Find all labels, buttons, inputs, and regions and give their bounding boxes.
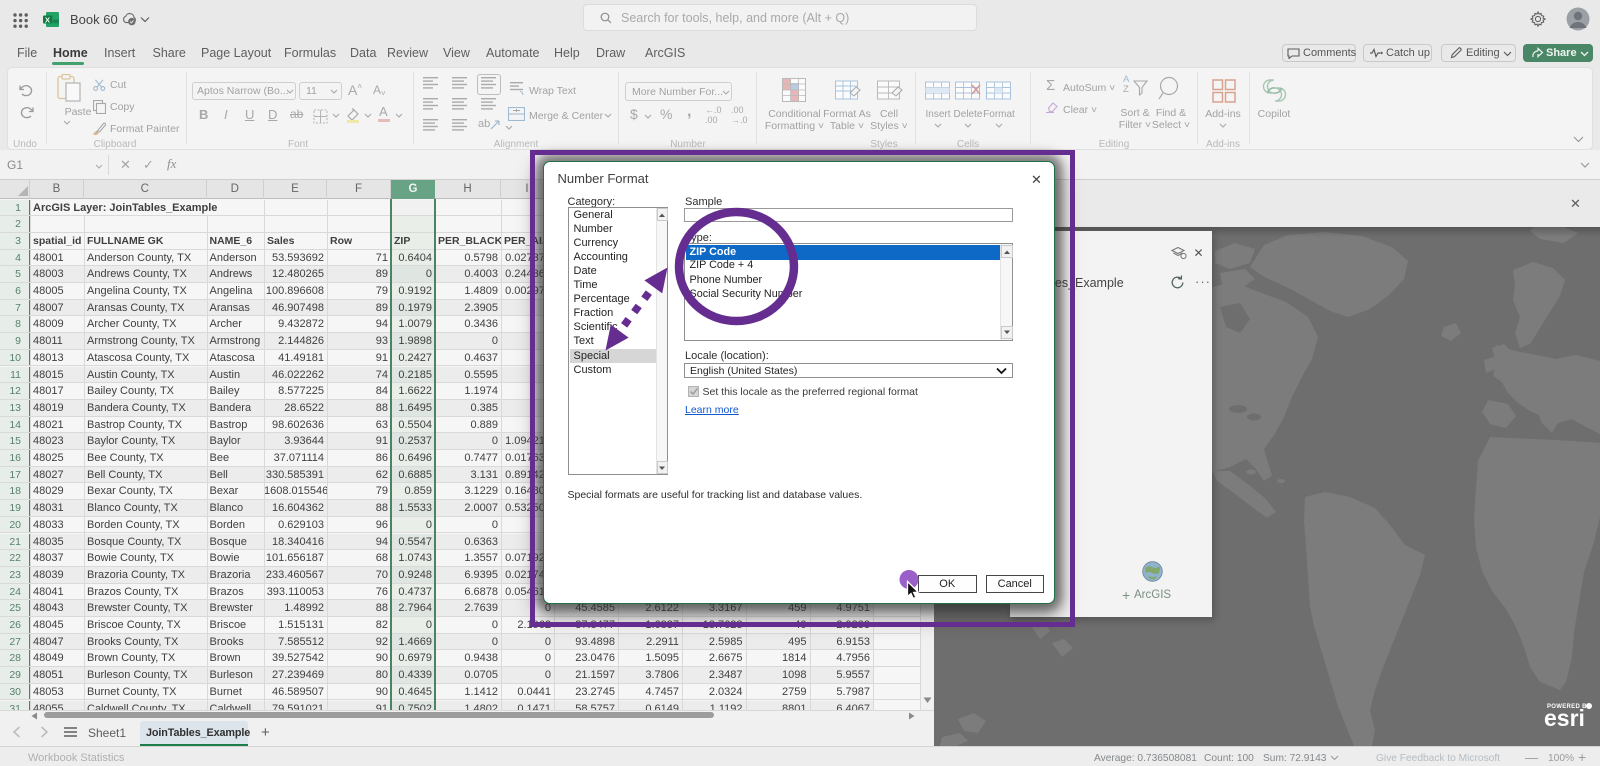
svg-text:X: X (45, 15, 50, 24)
